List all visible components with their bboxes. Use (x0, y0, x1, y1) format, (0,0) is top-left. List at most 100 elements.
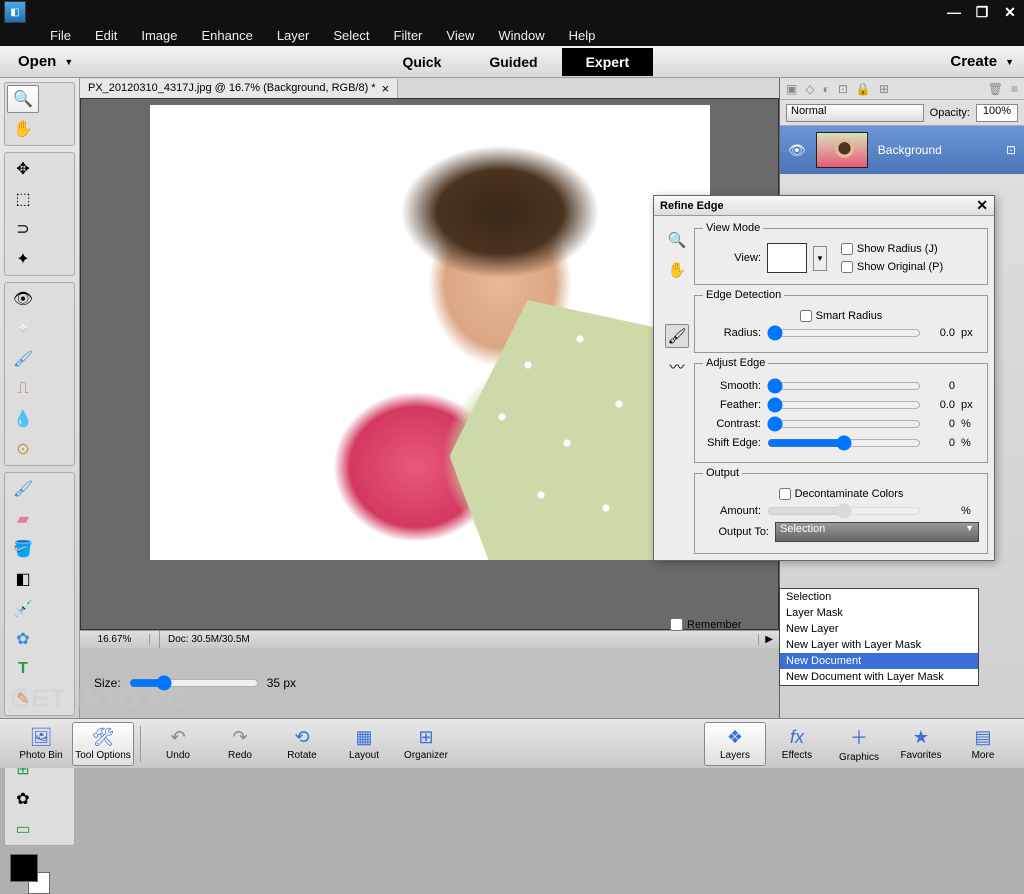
organizer-button[interactable]: ⊞Organizer (395, 722, 457, 766)
opacity-input[interactable]: 100% (976, 104, 1018, 122)
new-layer-icon[interactable]: ▣ (786, 82, 797, 96)
dlg-refine-brush-tool[interactable]: 🖌 (665, 324, 689, 348)
create-button[interactable]: Create▼ (950, 53, 1014, 70)
smooth-slider[interactable] (767, 378, 921, 394)
radius-slider[interactable] (767, 325, 921, 341)
close-icon[interactable]: × (382, 81, 390, 96)
dropdown-option[interactable]: New Layer with Layer Mask (780, 637, 978, 653)
dialog-close-icon[interactable]: ✕ (976, 197, 988, 214)
output-to-select[interactable]: Selection (775, 522, 979, 542)
view-mode-dropdown-icon[interactable]: ▼ (813, 246, 827, 271)
paint-bucket-tool[interactable]: 🪣 (7, 535, 39, 563)
document-tab[interactable]: PX_20120310_4317J.jpg @ 16.7% (Backgroun… (80, 79, 398, 98)
minimize-button[interactable]: — (940, 2, 968, 22)
tool-options-button[interactable]: 🛠Tool Options (72, 722, 134, 766)
favorites-button[interactable]: ★Favorites (890, 722, 952, 766)
dlg-hand-tool[interactable]: ✋ (665, 258, 689, 282)
layer-row-background[interactable]: 👁 Background ⊡ (780, 126, 1024, 174)
zoom-tool[interactable]: 🔍 (7, 85, 39, 113)
tab-guided[interactable]: Guided (465, 48, 561, 76)
straighten-tool[interactable]: ▭ (7, 815, 39, 843)
tab-expert[interactable]: Expert (562, 48, 654, 76)
menu-select[interactable]: Select (321, 26, 381, 45)
panel-menu-icon[interactable]: ≡ (1011, 82, 1018, 96)
view-mode-thumb[interactable] (767, 243, 807, 273)
layer-thumbnail[interactable] (816, 132, 868, 168)
menu-layer[interactable]: Layer (265, 26, 322, 45)
eraser-tool[interactable]: ▰ (7, 505, 39, 533)
delete-layer-icon[interactable]: 🗑 (988, 82, 1003, 96)
blend-mode-select[interactable]: Normal (786, 104, 924, 122)
layer-lock-icon[interactable]: ⊡ (1006, 143, 1016, 157)
tab-quick[interactable]: Quick (378, 48, 465, 76)
lasso-tool[interactable]: ⊃ (7, 215, 39, 243)
type-tool[interactable]: T (7, 655, 39, 683)
remember-checkbox[interactable] (670, 618, 683, 631)
open-button[interactable]: Open▼ (10, 51, 81, 72)
menu-view[interactable]: View (434, 26, 486, 45)
shape-tool[interactable]: ✿ (7, 625, 39, 653)
dropdown-option[interactable]: New Layer (780, 621, 978, 637)
dlg-zoom-tool[interactable]: 🔍 (665, 228, 689, 252)
effects-button[interactable]: fxEffects (766, 722, 828, 766)
menu-image[interactable]: Image (129, 26, 189, 45)
quick-select-tool[interactable]: ✦ (7, 245, 39, 273)
doc-info[interactable]: Doc: 30.5M/30.5M (160, 634, 250, 645)
size-value: 35 px (267, 676, 296, 690)
link-layers-icon[interactable]: ⊞ (879, 82, 889, 96)
redeye-tool[interactable]: 👁 (7, 285, 39, 313)
smart-brush-tool[interactable]: 🖌 (7, 345, 39, 373)
zoom-level[interactable]: 16.67% (80, 634, 150, 645)
pencil-tool[interactable]: ✎ (7, 685, 39, 713)
feather-slider[interactable] (767, 397, 921, 413)
photo-bin-button[interactable]: 🖼Photo Bin (10, 722, 72, 766)
contrast-slider[interactable] (767, 416, 921, 432)
menu-filter[interactable]: Filter (382, 26, 435, 45)
dropdown-option[interactable]: Layer Mask (780, 605, 978, 621)
menu-help[interactable]: Help (557, 26, 608, 45)
spot-heal-tool[interactable]: 🩹 (7, 315, 39, 343)
size-slider[interactable] (129, 675, 259, 691)
eyedropper-tool[interactable]: 💉 (7, 595, 39, 623)
color-swatches[interactable] (10, 854, 50, 894)
redo-button[interactable]: ↷Redo (209, 722, 271, 766)
clone-stamp-tool[interactable]: ⎍ (7, 375, 39, 403)
dropdown-option[interactable]: Selection (780, 589, 978, 605)
rotate-button[interactable]: ⟲Rotate (271, 722, 333, 766)
menu-edit[interactable]: Edit (83, 26, 129, 45)
layers-button[interactable]: ❖Layers (704, 722, 766, 766)
marquee-tool[interactable]: ⬚ (7, 185, 39, 213)
smart-radius-checkbox[interactable]: Smart Radius (800, 310, 883, 322)
show-original-checkbox[interactable]: Show Original (P) (841, 261, 979, 273)
decontaminate-checkbox[interactable]: Decontaminate Colors (779, 488, 904, 500)
menu-enhance[interactable]: Enhance (190, 26, 265, 45)
lock-icon[interactable]: 🔒 (856, 82, 871, 96)
cookie-cutter-tool[interactable]: ✿ (7, 785, 39, 813)
layer-mask-icon[interactable]: ⊡ (838, 82, 848, 96)
blur-tool[interactable]: 💧 (7, 405, 39, 433)
dropdown-option[interactable]: New Document with Layer Mask (780, 669, 978, 685)
hand-tool[interactable]: ✋ (7, 115, 39, 143)
document-canvas[interactable] (150, 105, 710, 560)
sponge-tool[interactable]: ⊙ (7, 435, 39, 463)
show-radius-checkbox[interactable]: Show Radius (J) (841, 243, 979, 255)
gradient-tool[interactable]: ◧ (7, 565, 39, 593)
brush-tool[interactable]: 🖌 (7, 475, 39, 503)
dropdown-option[interactable]: New Document (780, 653, 978, 669)
close-button[interactable]: ✕ (996, 2, 1024, 22)
dlg-erase-refinements-tool[interactable]: 〰 (665, 354, 689, 378)
layer-group-icon[interactable]: ◇ (805, 82, 814, 96)
adjustment-layer-icon[interactable]: ◐ (823, 82, 830, 96)
maximize-button[interactable]: ❐ (968, 2, 996, 22)
more-button[interactable]: ▤More (952, 722, 1014, 766)
foreground-color[interactable] (10, 854, 38, 882)
menu-file[interactable]: File (38, 26, 83, 45)
layout-button[interactable]: ▦Layout (333, 722, 395, 766)
shift-edge-slider[interactable] (767, 435, 921, 451)
graphics-button[interactable]: ＋Graphics (828, 722, 890, 766)
visibility-icon[interactable]: 👁 (788, 142, 806, 159)
undo-button[interactable]: ↶Undo (147, 722, 209, 766)
menu-window[interactable]: Window (486, 26, 556, 45)
status-arrow-icon[interactable]: ▶ (758, 634, 779, 645)
move-tool[interactable]: ✥ (7, 155, 39, 183)
